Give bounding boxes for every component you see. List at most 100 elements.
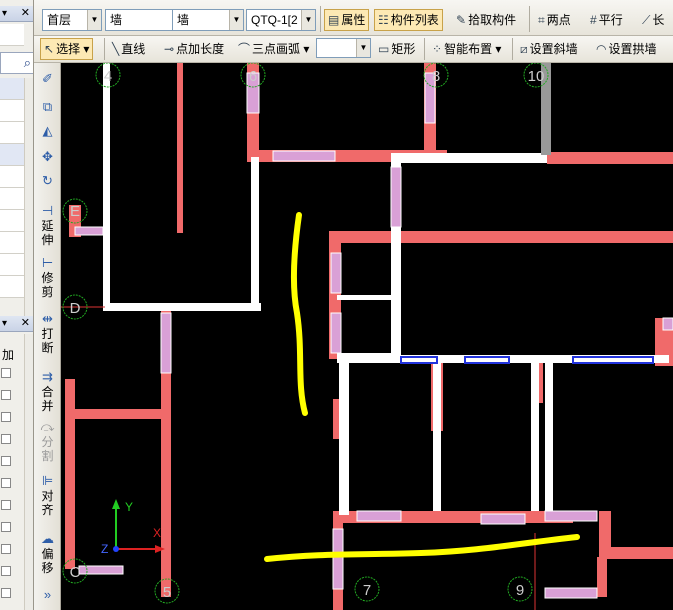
yellow-horizontal-stroke (264, 534, 580, 562)
checkbox[interactable] (1, 390, 11, 400)
drawing-canvas[interactable]: 4 6 8 10 E D C 5 7 9 Y X Z (61, 63, 673, 610)
search-icon[interactable]: ⌕ (24, 55, 31, 71)
set-slope-wall-button[interactable]: ⧄ 设置斜墙 (516, 38, 582, 60)
move-icon: ✥ (42, 149, 53, 164)
type-select[interactable]: 墙 ▼ (172, 9, 244, 31)
component-panel-header: ▾ ✕ (0, 6, 33, 22)
category-select[interactable]: 墙 (105, 9, 175, 31)
parallel-button[interactable]: # 平行 (586, 9, 627, 31)
property-panel-header: ▾ ✕ (0, 316, 33, 332)
checkbox[interactable] (1, 588, 11, 598)
checkbox[interactable] (1, 434, 11, 444)
rotate-tool[interactable]: ↻ (36, 173, 59, 189)
chevron-double-down-icon: » (43, 587, 52, 602)
chevron-down-icon[interactable]: ▼ (301, 10, 315, 30)
ucs-x-label: X (153, 526, 161, 540)
eyedropper-icon: ✎ (456, 13, 467, 27)
split-tool[interactable]: ⤼ 分割 (36, 419, 59, 463)
line-icon: ╲ (112, 42, 120, 56)
axis-label-5: 5 (163, 584, 171, 601)
point-length-icon: ⊸ (164, 42, 175, 56)
point-length-button[interactable]: ⊸ 点加长度 (160, 38, 228, 60)
properties-icon: ▤ (328, 13, 340, 27)
checkbox[interactable] (1, 368, 11, 378)
list-item[interactable] (0, 188, 24, 210)
break-tool-label: 打断 (41, 327, 54, 355)
cursor-icon: ↖ (44, 42, 55, 56)
list-item[interactable] (0, 232, 24, 254)
ucs-y-label: Y (125, 500, 133, 514)
trim-tool[interactable]: ⊢ 修剪 (36, 255, 59, 299)
smart-layout-button[interactable]: ⁘ 智能布置 ▾ (428, 38, 505, 60)
chevron-down-icon[interactable]: ▼ (356, 39, 370, 57)
extend-tool[interactable]: ⊣ 延伸 (36, 203, 59, 247)
checkbox[interactable] (1, 544, 11, 554)
checkbox[interactable] (1, 522, 11, 532)
property-scrollbar[interactable] (24, 334, 33, 610)
rect-label: 矩形 (391, 42, 416, 56)
floor-plan-drawing: 4 6 8 10 E D C 5 7 9 Y X Z (61, 63, 673, 610)
pin-icon[interactable]: ▾ (2, 6, 7, 21)
chevron-down-icon[interactable]: ▼ (87, 10, 101, 30)
set-arch-wall-button[interactable]: ◠ 设置拱墙 (592, 38, 661, 60)
search-input[interactable]: ⌕ (0, 52, 33, 74)
two-point-button[interactable]: ⌗ 两点 (534, 9, 575, 31)
list-item[interactable] (0, 210, 24, 232)
slope-wall-icon: ⧄ (520, 42, 528, 56)
checkbox[interactable] (1, 566, 11, 576)
set-slope-wall-label: 设置斜墙 (529, 42, 578, 56)
extend-button[interactable]: ⟋ 长 (638, 9, 668, 31)
align-tool[interactable]: ⊫ 对齐 (36, 473, 59, 517)
pick-component-button[interactable]: ✎ 拾取构件 (452, 9, 520, 31)
checkbox[interactable] (1, 456, 11, 466)
list-icon: ☷ (378, 13, 389, 27)
chevron-down-icon[interactable]: ▼ (229, 10, 243, 30)
vertical-toolbar: ✐ ⧉ ◭ ✥ ↻ ⊣ 延伸 ⊢ 修剪 ⇹ 打断 ⇉ 合并 ⤼ 分割 ⊫ 对齐 … (34, 63, 61, 610)
axis-label-10: 10 (528, 68, 545, 85)
three-point-arc-button[interactable]: ⌒ 三点画弧 ▾ (234, 38, 313, 60)
checkbox[interactable] (1, 478, 11, 488)
parallel-icon: # (590, 13, 597, 27)
properties-button[interactable]: ▤ 属性 (324, 9, 370, 31)
checkbox[interactable] (1, 500, 11, 510)
break-tool[interactable]: ⇹ 打断 (36, 311, 59, 355)
list-item[interactable] (0, 24, 24, 46)
offset-tool[interactable]: ☁ 偏移 (36, 531, 59, 575)
list-item[interactable] (0, 100, 24, 122)
yellow-markup (264, 212, 580, 562)
more-tools-button[interactable]: » (36, 587, 59, 603)
list-item[interactable] (0, 78, 24, 100)
close-icon[interactable]: ✕ (21, 316, 30, 331)
mirror-tool[interactable]: ◭ (36, 123, 59, 139)
merge-tool[interactable]: ⇉ 合并 (36, 369, 59, 413)
list-item[interactable] (0, 144, 24, 166)
two-point-label: 两点 (546, 13, 571, 27)
pick-component-label: 拾取构件 (468, 13, 517, 27)
list-item[interactable] (0, 276, 24, 298)
split-tool-label: 分割 (41, 435, 54, 463)
list-item[interactable] (0, 254, 24, 276)
merge-icon: ⇉ (42, 369, 53, 384)
yellow-vertical-stroke (290, 212, 308, 416)
list-item[interactable] (0, 166, 24, 188)
type-select-value: 墙 (177, 13, 190, 27)
white-walls (103, 63, 669, 515)
line-button[interactable]: ╲ 直线 (108, 38, 149, 60)
copy-tool[interactable]: ⧉ (36, 99, 59, 115)
rect-button[interactable]: ▭ 矩形 (374, 38, 419, 60)
floor-select[interactable]: 首层 ▼ (42, 9, 102, 31)
component-select[interactable]: QTQ-1[2 ▼ (246, 9, 316, 31)
pin-icon[interactable]: ▾ (2, 316, 7, 331)
offset-tool-label: 偏移 (41, 547, 54, 575)
move-tool[interactable]: ✥ (36, 149, 59, 165)
brush-tool[interactable]: ✐ (36, 71, 59, 87)
component-list-button[interactable]: ☷ 构件列表 (374, 9, 443, 31)
checkbox[interactable] (1, 412, 11, 422)
arc-option-select[interactable]: ▼ (316, 38, 371, 58)
list-item[interactable] (0, 122, 24, 144)
rotate-icon: ↻ (42, 173, 53, 188)
floor-select-value: 首层 (47, 13, 72, 27)
close-icon[interactable]: ✕ (21, 6, 30, 21)
list-scrollbar[interactable] (24, 78, 33, 318)
select-button[interactable]: ↖ 选择 ▾ (40, 38, 94, 60)
